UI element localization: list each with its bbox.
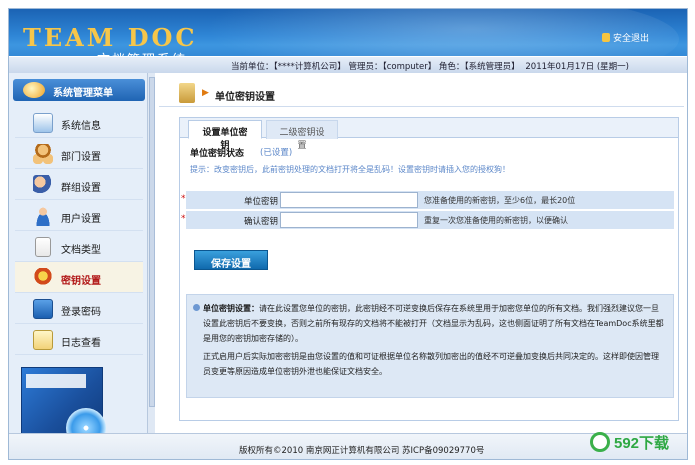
sidebar-item-group[interactable]: 群组设置 [15,169,143,200]
unit-key-row: * 单位密钥 您准备使用的新密钥，至少6位，最长20位 [181,191,674,209]
tab-secondary-key[interactable]: 二级密钥设置 [266,120,338,151]
document-type-icon [35,237,51,257]
current-user-info: 当前单位：【****计算机公司】 管理员：【computer】 角色：【系统管理… [231,62,520,72]
page-title: 单位密钥设置 [215,92,275,103]
arrow-right-icon: ▶ [202,88,209,98]
instruction-title: 单位密钥设置： [203,304,259,313]
lock-icon [601,33,610,42]
menu-header: 系统管理菜单 [13,79,145,101]
group-icon [33,175,53,195]
logout-link[interactable]: 安全退出 [601,31,649,44]
watermark: 592下载 [588,428,692,458]
page-header: ▶ 单位密钥设置 [159,79,684,107]
unit-key-input[interactable] [280,192,418,208]
sidebar-item-log[interactable]: 日志查看 [15,324,143,355]
watermark-text: 592下载 [614,435,670,452]
app-window: TEAM DOC 文档管理系统 安全退出 当前单位：【****计算机公司】 管理… [8,8,688,460]
sidebar-item-label: 群组设置 [61,183,101,194]
scrollbar-thumb[interactable] [149,77,155,407]
user-icon [33,206,53,226]
settings-panel: 设置单位密钥 二级密钥设置 单位密钥状态 (已设置) 提示：改变密钥后，此前密钥… [179,117,679,421]
folder-icon [179,83,195,103]
sidebar-item-system-info[interactable]: 系统信息 [15,107,143,138]
sidebar: 系统管理菜单 系统信息 部门设置 群组设置 用户设置 文档类型 密钥设置 登录密… [9,73,147,448]
main-content: ▶ 单位密钥设置 设置单位密钥 二级密钥设置 单位密钥状态 (已设置) 提示：改… [159,73,684,433]
confirm-key-note: 重复一次您准备使用的新密钥，以便确认 [424,216,568,225]
key-status-value: (已设置) [260,148,293,158]
watermark-logo-icon [590,432,610,452]
instruction-text-1: 请在此设置您单位的密钥，此密钥经不可逆变换后保存在系统里用于加密您单位的所有文档… [203,304,664,343]
sidebar-item-label: 密钥设置 [61,276,101,287]
hint-text: 提示：改变密钥后，此前密钥处理的文档打开将全是乱码！设置密钥时请插入您的授权狗！ [190,165,510,174]
sidebar-scrollbar[interactable] [147,73,155,433]
tab-bar: 设置单位密钥 二级密钥设置 [180,118,678,151]
copyright-text: 版权所有©2010 南京网正计算机有限公司 苏ICP备09029770号 [239,446,485,456]
footer: 版权所有©2010 南京网正计算机有限公司 苏ICP备09029770号 [9,433,687,459]
log-icon [33,330,53,350]
unit-key-note: 您准备使用的新密钥，至少6位，最长20位 [424,196,576,205]
sidebar-menu: 系统信息 部门设置 群组设置 用户设置 文档类型 密钥设置 登录密码 日志查看 [15,107,143,355]
sidebar-item-label: 用户设置 [61,214,101,225]
tab-unit-key[interactable]: 设置单位密钥 [188,120,262,151]
sidebar-item-label: 文档类型 [61,245,101,256]
save-button[interactable]: 保存设置 [194,250,268,270]
sidebar-item-label: 登录密码 [61,307,101,318]
system-info-icon [33,113,53,133]
current-date: 2011年01月17日 (星期一) [525,62,629,72]
instruction-box: 单位密钥设置：请在此设置您单位的密钥，此密钥经不可逆变换后保存在系统里用于加密您… [186,294,674,398]
sidebar-item-user[interactable]: 用户设置 [15,200,143,231]
required-marker: * [181,194,186,204]
confirm-key-input[interactable] [280,212,418,228]
sidebar-item-label: 系统信息 [61,121,101,132]
confirm-key-label: 确认密钥 [243,217,278,227]
logo: TEAM DOC [23,23,198,52]
sidebar-item-label: 日志查看 [61,338,101,349]
sidebar-item-document-type[interactable]: 文档类型 [15,231,143,262]
department-icon [33,144,53,164]
product-box-image [21,367,106,448]
bullet-icon [193,304,200,311]
sidebar-item-department[interactable]: 部门设置 [15,138,143,169]
info-bar: 当前单位：【****计算机公司】 管理员：【computer】 角色：【系统管理… [9,56,687,73]
key-icon [33,268,53,288]
login-password-icon [33,299,53,319]
sidebar-item-login-password[interactable]: 登录密码 [15,293,143,324]
instruction-text-2: 正式启用户后实际加密密钥是由您设置的值和可证根据单位名称散列加密出的值经不可逆叠… [203,352,659,376]
logout-label: 安全退出 [612,34,649,44]
instruction-paragraph-1: 单位密钥设置：请在此设置您单位的密钥，此密钥经不可逆变换后保存在系统里用于加密您… [203,301,665,346]
confirm-key-row: * 确认密钥 重复一次您准备使用的新密钥，以便确认 [181,211,674,229]
required-marker: * [181,214,186,224]
sidebar-item-key-settings[interactable]: 密钥设置 [15,262,143,293]
product-box-band [26,374,86,388]
menu-header-icon [23,82,45,98]
unit-key-label: 单位密钥 [243,197,278,207]
key-status-label: 单位密钥状态 [190,149,245,159]
menu-title: 系统管理菜单 [53,88,113,99]
sidebar-item-label: 部门设置 [61,152,101,163]
